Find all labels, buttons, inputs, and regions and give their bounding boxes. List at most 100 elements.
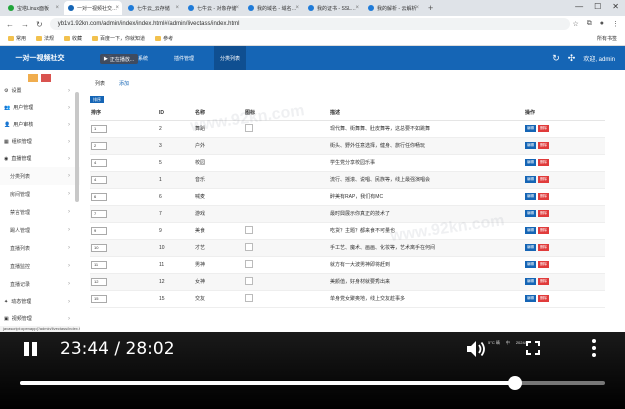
order-input[interactable]: 6 bbox=[91, 192, 107, 201]
edit-button[interactable]: 编辑 bbox=[525, 193, 536, 200]
sidebar-subitem[interactable]: 房间管理 › bbox=[0, 185, 80, 203]
profile-icon[interactable]: ● bbox=[600, 20, 604, 28]
close-window-icon[interactable]: ✕ bbox=[612, 2, 619, 11]
order-input[interactable]: 11 bbox=[91, 260, 107, 269]
browser-tab[interactable]: 宝塔Linux面板 × bbox=[4, 1, 62, 15]
close-tab-icon[interactable]: × bbox=[295, 5, 299, 11]
delete-button[interactable]: 删除 bbox=[538, 193, 549, 200]
sidebar-item[interactable]: 👤 用户审核 › bbox=[0, 116, 80, 133]
bookmark-item[interactable]: 收藏 bbox=[64, 35, 82, 42]
network-icon[interactable]: ✣ bbox=[568, 53, 576, 64]
edit-button[interactable]: 编辑 bbox=[525, 176, 536, 183]
sidebar-button-red[interactable] bbox=[41, 74, 51, 82]
sidebar-button-yellow[interactable] bbox=[28, 74, 38, 82]
delete-button[interactable]: 删除 bbox=[538, 176, 549, 183]
progress-knob[interactable] bbox=[508, 376, 523, 390]
volume-icon[interactable] bbox=[466, 340, 486, 358]
edit-button[interactable]: 编辑 bbox=[525, 244, 536, 251]
order-input[interactable]: 2 bbox=[91, 141, 107, 150]
order-input[interactable]: 10 bbox=[91, 243, 107, 252]
close-tab-icon[interactable]: × bbox=[55, 5, 59, 11]
browser-tab[interactable]: 七牛云_云存储 × bbox=[124, 1, 182, 15]
order-input[interactable]: 1 bbox=[91, 124, 107, 133]
delete-button[interactable]: 删除 bbox=[538, 278, 549, 285]
order-input[interactable]: 4 bbox=[91, 175, 107, 184]
maximize-icon[interactable]: ☐ bbox=[594, 2, 601, 11]
delete-button[interactable]: 删除 bbox=[538, 159, 549, 166]
sidebar-subitem[interactable]: 直播记录 › bbox=[0, 275, 80, 293]
table-row: 7 7 游戏 最时興展示你真正的技术了 编辑 删除 bbox=[90, 205, 605, 223]
sidebar-subitem[interactable]: 踢人管理 › bbox=[0, 221, 80, 239]
sidebar-subitem[interactable]: 直播列表 › bbox=[0, 239, 80, 257]
close-tab-icon[interactable]: × bbox=[175, 5, 179, 11]
sidebar-scrollbar[interactable] bbox=[75, 92, 79, 202]
bookmark-item[interactable]: 百度一下，你就知道 bbox=[92, 35, 145, 42]
minimize-icon[interactable]: — bbox=[575, 2, 583, 11]
order-input[interactable]: 9 bbox=[91, 226, 107, 235]
edit-button[interactable]: 编辑 bbox=[525, 125, 536, 132]
sidebar-item[interactable]: ▦ 组织管理 › bbox=[0, 133, 80, 150]
sidebar-subitem[interactable]: 禁言管理 › bbox=[0, 203, 80, 221]
delete-button[interactable]: 删除 bbox=[538, 142, 549, 149]
sort-button[interactable]: 排序 bbox=[90, 96, 104, 103]
all-bookmarks[interactable]: 所有书签 bbox=[597, 35, 617, 42]
delete-button[interactable]: 删除 bbox=[538, 227, 549, 234]
sidebar-subitem[interactable]: 分类列表 › bbox=[0, 167, 80, 185]
sidebar-item[interactable]: ◉ 直播管理 › bbox=[0, 150, 80, 167]
sidebar-subitem[interactable]: 直播监控 › bbox=[0, 257, 80, 275]
bookmark-item[interactable]: 常用 bbox=[8, 35, 26, 42]
pause-icon[interactable] bbox=[22, 342, 38, 356]
new-tab-icon[interactable]: + bbox=[428, 3, 433, 13]
close-tab-icon[interactable]: × bbox=[415, 5, 419, 11]
delete-button[interactable]: 删除 bbox=[538, 261, 549, 268]
back-icon[interactable]: ← bbox=[6, 20, 14, 29]
browser-tab[interactable]: 我的证书 - SSL证书 × bbox=[304, 1, 362, 15]
edit-button[interactable]: 编辑 bbox=[525, 210, 536, 217]
sidebar-item[interactable]: ✦ 动态管理 › bbox=[0, 293, 80, 310]
user-greeting[interactable]: 欢迎, admin bbox=[583, 54, 615, 63]
close-tab-icon[interactable]: × bbox=[235, 5, 239, 11]
forward-icon[interactable]: → bbox=[21, 20, 29, 29]
star-icon[interactable]: ☆ bbox=[572, 20, 578, 28]
reload-icon[interactable]: ↻ bbox=[36, 20, 43, 29]
progress-track[interactable] bbox=[20, 376, 605, 390]
delete-button[interactable]: 删除 bbox=[538, 125, 549, 132]
app-header: 一对一视频社交 首页系统插件管理分类列表 ↻ ✣ 欢迎, admin bbox=[0, 46, 625, 70]
browser-tab[interactable]: 七牛云 - 对象存储 × bbox=[184, 1, 242, 15]
delete-button[interactable]: 删除 bbox=[538, 244, 549, 251]
tab-add[interactable]: 添加 bbox=[119, 80, 129, 87]
order-input[interactable]: 12 bbox=[91, 277, 107, 286]
top-menu-item[interactable]: 分类列表 bbox=[214, 46, 247, 70]
sidebar-item[interactable]: 👥 用户管理 › bbox=[0, 99, 80, 116]
order-input[interactable]: 4 bbox=[91, 158, 107, 167]
extensions-icon[interactable]: ⧉ bbox=[587, 20, 592, 28]
menu-icon[interactable]: ⋮ bbox=[612, 20, 619, 28]
top-menu-item[interactable]: 插件管理 bbox=[168, 46, 200, 70]
edit-button[interactable]: 编辑 bbox=[525, 159, 536, 166]
browser-tab[interactable]: 我的域名 - 域名注册 × bbox=[244, 1, 302, 15]
bookmark-item[interactable]: 参考 bbox=[155, 35, 173, 42]
refresh-icon[interactable]: ↻ bbox=[552, 53, 560, 64]
edit-button[interactable]: 编辑 bbox=[525, 295, 536, 302]
edit-button[interactable]: 编辑 bbox=[525, 142, 536, 149]
sidebar-item-label: 组织管理 bbox=[11, 139, 32, 145]
tab-favicon-icon bbox=[308, 5, 314, 11]
close-tab-icon[interactable]: × bbox=[355, 5, 359, 11]
delete-button[interactable]: 删除 bbox=[538, 210, 549, 217]
edit-button[interactable]: 编辑 bbox=[525, 227, 536, 234]
edit-button[interactable]: 编辑 bbox=[525, 278, 536, 285]
edit-button[interactable]: 编辑 bbox=[525, 261, 536, 268]
browser-tab[interactable]: 我的解析 - 云解析 × bbox=[364, 1, 422, 15]
order-input[interactable]: 7 bbox=[91, 209, 107, 218]
more-options-icon[interactable] bbox=[592, 339, 596, 357]
close-tab-icon[interactable]: × bbox=[115, 5, 119, 11]
sidebar-item[interactable]: ⚙ 设置 › bbox=[0, 82, 80, 99]
sidebar-item[interactable]: ▣ 视频管理 › bbox=[0, 310, 80, 327]
delete-button[interactable]: 删除 bbox=[538, 295, 549, 302]
order-input[interactable]: 15 bbox=[91, 294, 107, 303]
url-field[interactable]: yb1v1.92kn.com/admin/index/index.html#/a… bbox=[49, 18, 570, 30]
tab-list[interactable]: 列表 bbox=[95, 80, 105, 87]
browser-tab[interactable]: 一对一视频社交 后台× bbox=[64, 1, 122, 15]
bookmark-item[interactable]: 法规 bbox=[36, 35, 54, 42]
fullscreen-icon[interactable] bbox=[526, 341, 540, 355]
